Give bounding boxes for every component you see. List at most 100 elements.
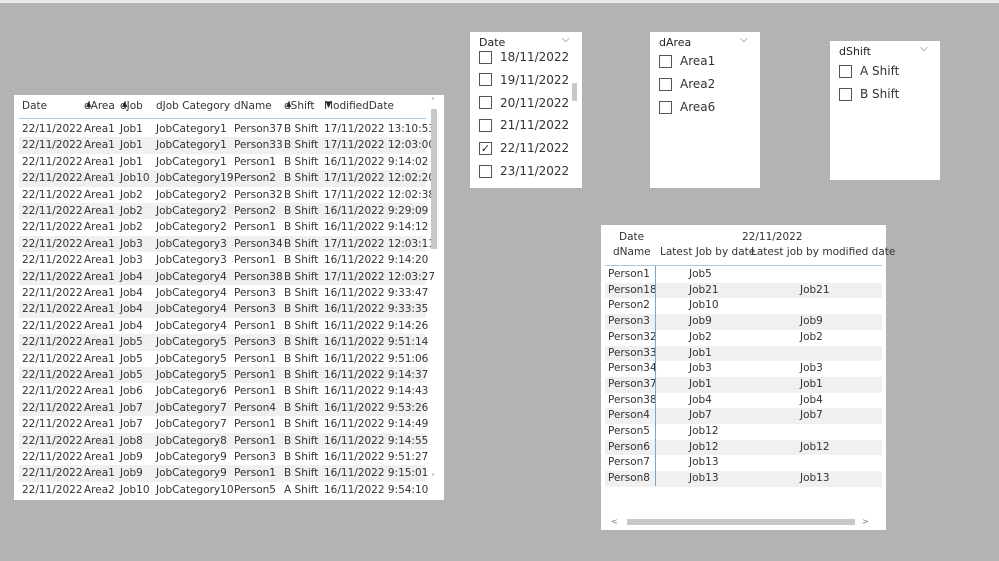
checkbox-icon[interactable] bbox=[839, 64, 852, 78]
slicer-item[interactable]: 19/11/2022 bbox=[479, 71, 569, 89]
matrix-row: Person8 Job13 Job13 bbox=[605, 471, 882, 487]
chevron-down-icon[interactable]: ⌵ bbox=[920, 43, 928, 54]
cell-dshift: B Shift bbox=[284, 188, 319, 201]
table-row: 22/11/2022 Area1 Job7 JobCategory7 Person4 B … bbox=[19, 399, 428, 417]
scrollbar-thumb[interactable] bbox=[431, 109, 437, 249]
cell-dname: Person8 bbox=[608, 472, 650, 485]
matrix-date-header: 22/11/2022 bbox=[742, 231, 803, 243]
checkbox-icon[interactable] bbox=[479, 164, 492, 178]
checkbox-icon[interactable] bbox=[479, 118, 492, 132]
matrix-col-latest-job-by-modified-date[interactable]: Latest job by modified date bbox=[751, 246, 895, 258]
table-row: 22/11/2022 Area1 Job2 JobCategory2 Person32 B… bbox=[19, 187, 435, 203]
slicer-item[interactable]: ✓ 22/11/2022 bbox=[479, 139, 569, 157]
cell-dname: Person3 bbox=[234, 451, 276, 463]
cell-dname: Person5 bbox=[234, 483, 276, 496]
matrix-hscrollbar[interactable] bbox=[627, 519, 855, 525]
slicer-item[interactable]: B Shift bbox=[839, 85, 899, 103]
checkbox-icon[interactable] bbox=[659, 54, 672, 68]
table-row: 22/11/2022 Area1 Job1 JobCategory1 Person1 B … bbox=[19, 154, 428, 170]
cell-dname: Person32 bbox=[234, 188, 283, 201]
cell-djob: Job7 bbox=[120, 401, 143, 414]
cell-latest-job-by-modified-date: Job12 bbox=[800, 440, 830, 453]
cell-djob: Job2 bbox=[120, 205, 143, 217]
cell-latest-job-by-date: Job3 bbox=[689, 362, 712, 375]
slicer-item[interactable]: 21/11/2022 bbox=[479, 116, 569, 134]
cell-dshift: B Shift bbox=[284, 287, 319, 299]
cell-darea: Area1 bbox=[84, 385, 115, 398]
cell-darea: Area1 bbox=[84, 287, 115, 299]
col-date[interactable]: Date bbox=[22, 100, 47, 112]
scroll-down-icon[interactable]: ˅ bbox=[431, 473, 435, 482]
slicer-item-label: Area2 bbox=[680, 77, 716, 91]
date-slicer: Date ⌵ 18/11/2022 19/11/2022 20/11/2022 21/… bbox=[470, 32, 582, 188]
top-bar bbox=[0, 0, 999, 3]
cell-latest-job-by-date: Job7 bbox=[689, 409, 712, 422]
matrix-row: Person7 Job13 bbox=[605, 455, 882, 471]
matrix-col-latest-job-by-date[interactable]: Latest Job by date bbox=[660, 246, 755, 258]
table-row: 22/11/2022 Area1 Job8 JobCategory8 Person1 B … bbox=[19, 432, 428, 449]
slicer-item[interactable]: 20/11/2022 bbox=[479, 94, 569, 112]
cell-modified-date: 16/11/2022 9:33:47 bbox=[324, 287, 429, 299]
scroll-left-icon[interactable]: < bbox=[611, 517, 618, 526]
cell-dname: Person1 bbox=[608, 268, 650, 280]
slicer-title: dShift bbox=[839, 45, 871, 58]
col-modifieddate[interactable]: ModifiedDate bbox=[324, 100, 394, 112]
slicer-item[interactable]: Area2 bbox=[659, 75, 715, 93]
cell-djob-category: JobCategory2 bbox=[156, 188, 227, 201]
table-scrollbar[interactable] bbox=[430, 109, 438, 479]
slicer-item[interactable]: Area1 bbox=[659, 52, 715, 70]
slicer-item-label: 22/11/2022 bbox=[500, 141, 570, 156]
cell-djob: Job10 bbox=[120, 483, 150, 496]
cell-dshift: B Shift bbox=[284, 352, 319, 365]
cell-dname: Person33 bbox=[608, 346, 657, 359]
cell-djob: Job4 bbox=[120, 270, 143, 283]
row-header-divider bbox=[655, 266, 656, 486]
table-visual: Date dArea dJob dJob Category dName dShi… bbox=[14, 95, 444, 500]
table-row: 22/11/2022 Area1 Job1 JobCategory1 Person33 B… bbox=[19, 137, 435, 154]
slicer-item[interactable]: A Shift bbox=[839, 62, 899, 80]
checkbox-icon[interactable] bbox=[839, 87, 852, 101]
cell-darea: Area1 bbox=[84, 369, 115, 381]
checkbox-icon[interactable] bbox=[659, 77, 672, 91]
checkbox-icon[interactable] bbox=[479, 96, 492, 110]
checkbox-checked-icon[interactable]: ✓ bbox=[479, 141, 492, 155]
checkbox-icon[interactable] bbox=[479, 50, 492, 64]
cell-darea: Area1 bbox=[84, 319, 115, 332]
sort-asc-icon: ▲ bbox=[122, 100, 128, 108]
cell-date: 22/11/2022 bbox=[22, 467, 83, 480]
cell-dname: Person38 bbox=[234, 270, 283, 283]
scroll-up-icon[interactable]: ˄ bbox=[431, 97, 435, 106]
scroll-right-icon[interactable]: > bbox=[862, 517, 869, 526]
cell-dshift: B Shift bbox=[284, 172, 319, 185]
checkbox-icon[interactable] bbox=[659, 100, 672, 114]
table-row: 22/11/2022 Area1 Job5 JobCategory5 Person1 B … bbox=[19, 351, 428, 367]
matrix-row: Person33 Job1 bbox=[605, 345, 882, 362]
chevron-down-icon[interactable]: ⌵ bbox=[562, 34, 570, 45]
cell-darea: Area1 bbox=[84, 123, 115, 135]
cell-djob: Job7 bbox=[120, 418, 143, 431]
slicer-scrollbar[interactable] bbox=[572, 83, 577, 101]
slicer-item-label: 18/11/2022 bbox=[500, 50, 570, 64]
checkbox-icon[interactable] bbox=[479, 73, 492, 87]
cell-modified-date: 16/11/2022 9:14:26 bbox=[324, 319, 429, 332]
slicer-item[interactable]: 23/11/2022 bbox=[479, 162, 569, 180]
slicer-item[interactable]: Area6 bbox=[659, 98, 715, 116]
col-dname[interactable]: dName bbox=[234, 100, 272, 112]
matrix-row: Person3 Job9 Job9 bbox=[605, 314, 882, 330]
cell-latest-job-by-modified-date: Job21 bbox=[800, 283, 830, 296]
matrix-row: Person2 Job10 bbox=[605, 298, 882, 314]
cell-dname: Person1 bbox=[234, 254, 276, 267]
cell-latest-job-by-date: Job4 bbox=[689, 393, 712, 406]
cell-modified-date: 16/11/2022 9:14:12 bbox=[324, 221, 429, 234]
darea-slicer: dArea ⌵ Area1 Area2 Area6 bbox=[650, 32, 760, 188]
table-row: 22/11/2022 Area1 Job2 JobCategory2 Person1 B … bbox=[19, 219, 429, 235]
cell-djob-category: JobCategory3 bbox=[156, 237, 227, 250]
cell-date: 22/11/2022 bbox=[22, 451, 83, 463]
table-row: 22/11/2022 Area1 Job9 JobCategory9 Person3 B … bbox=[19, 449, 428, 465]
cell-date: 22/11/2022 bbox=[22, 172, 83, 185]
col-djob-category[interactable]: dJob Category bbox=[156, 100, 230, 112]
chevron-down-icon[interactable]: ⌵ bbox=[740, 34, 748, 45]
slicer-item[interactable]: 18/11/2022 bbox=[479, 48, 569, 66]
cell-djob: Job1 bbox=[120, 139, 143, 152]
cell-date: 22/11/2022 bbox=[22, 254, 83, 267]
